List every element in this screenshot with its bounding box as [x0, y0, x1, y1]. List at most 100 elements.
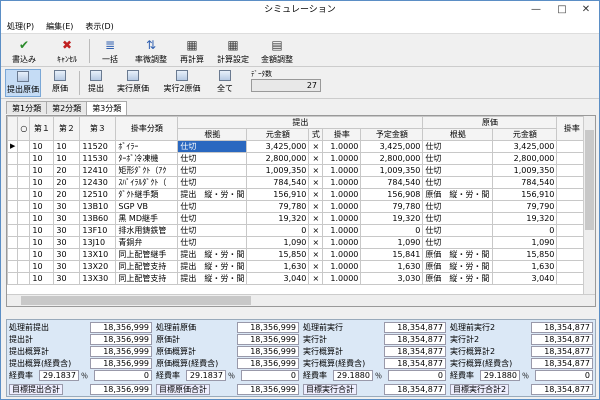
row-select-cell[interactable]: [17, 260, 31, 273]
calc-settings-button[interactable]: ▦ 計算設定: [213, 37, 253, 65]
cost-base-amount-cell[interactable]: 15,850: [492, 248, 558, 261]
category-cell[interactable]: 排水用鋳鉄管: [115, 224, 179, 237]
col1-cell[interactable]: 10: [29, 152, 55, 165]
base-amount-cell[interactable]: 784,540: [246, 176, 310, 189]
category-cell[interactable]: 青銅弁: [115, 236, 179, 249]
row-indicator[interactable]: [7, 152, 19, 165]
target-total-value[interactable]: 18,356,999: [90, 384, 152, 395]
col3-cell[interactable]: 11520: [79, 140, 117, 153]
col3-cell[interactable]: 12430: [79, 176, 117, 189]
tab-class2[interactable]: 第2分類: [46, 101, 88, 114]
cost-basis-cell[interactable]: 原価 縦・労・間: [422, 272, 494, 285]
basis-cell[interactable]: 提出 縦・労・間: [177, 188, 248, 201]
col2-header[interactable]: 第２: [53, 116, 81, 141]
col2-cell[interactable]: 30: [53, 200, 81, 213]
table-row[interactable]: 10 20 12510 ﾀﾞｸﾄ継手類 提出 縦・労・間 156,910 × 1.0000 15…: [7, 188, 588, 201]
base-amount-cell[interactable]: 79,780: [246, 200, 310, 213]
planned-amount-cell[interactable]: 1,009,350: [360, 164, 424, 177]
menu-view[interactable]: 表示(D): [79, 20, 119, 34]
table-row[interactable]: 10 30 13B60 黒 MD継手 仕切 19,320 × 1.0000 19,320 仕切 19…: [7, 212, 588, 225]
row-indicator[interactable]: [7, 164, 19, 177]
basis-cell[interactable]: 仕切: [177, 200, 248, 213]
basis-cell[interactable]: 仕切: [177, 164, 248, 177]
row-select-cell[interactable]: [17, 140, 31, 153]
basis-cell[interactable]: 仕切: [177, 140, 248, 153]
row-select-cell[interactable]: [17, 272, 31, 285]
col1-cell[interactable]: 10: [29, 140, 55, 153]
category-cell[interactable]: ﾎﾞｲﾗｰ: [115, 140, 179, 153]
target-total-value[interactable]: 18,356,999: [237, 384, 299, 395]
category-cell[interactable]: 同上配管支持: [115, 272, 179, 285]
table-row[interactable]: 10 30 13J10 青銅弁 仕切 1,090 × 1.0000 1,090 仕切 1,090: [7, 236, 588, 249]
target-total-value[interactable]: 18,354,877: [531, 384, 593, 395]
formula-header[interactable]: 式: [308, 128, 324, 141]
row-select-cell[interactable]: [17, 176, 31, 189]
basis-header[interactable]: 根拠: [177, 128, 248, 141]
rate-cell[interactable]: 1.0000: [322, 236, 362, 249]
category-cell[interactable]: ﾀﾞｸﾄ継手類: [115, 188, 179, 201]
minimize-button[interactable]: —: [523, 1, 549, 20]
select-header[interactable]: ○: [17, 116, 31, 141]
cost-base-amount-cell[interactable]: 2,800,000: [492, 152, 558, 165]
target-total-value[interactable]: 18,354,877: [384, 384, 446, 395]
cost-base-amount-cell[interactable]: 3,040: [492, 272, 558, 285]
scroll-thumb[interactable]: [585, 130, 594, 230]
row-select-cell[interactable]: [17, 212, 31, 225]
formula-cell[interactable]: ×: [308, 260, 324, 273]
category-cell[interactable]: 黒 MD継手: [115, 212, 179, 225]
rate-cell[interactable]: 1.0000: [322, 212, 362, 225]
table-row[interactable]: 10 10 11530 ﾀｰﾎﾞ冷凍機 仕切 2,800,000 × 1.0000 2,800,…: [7, 152, 588, 165]
cost-base-amount-cell[interactable]: 19,320: [492, 212, 558, 225]
menu-process[interactable]: 処理(P): [1, 20, 40, 34]
basis-cell[interactable]: 提出 縦・労・間: [177, 248, 248, 261]
col1-cell[interactable]: 10: [29, 248, 55, 261]
formula-cell[interactable]: ×: [308, 188, 324, 201]
formula-cell[interactable]: ×: [308, 200, 324, 213]
cost-basis-header[interactable]: 根拠: [422, 128, 494, 141]
rate-cell[interactable]: 1.0000: [322, 260, 362, 273]
cost-button[interactable]: 原価: [45, 69, 75, 97]
table-row[interactable]: 10 30 13X30 同上配管支持 提出 縦・労・間 3,040 × 1.0000 3,030…: [7, 272, 588, 285]
planned-amount-cell[interactable]: 3,030: [360, 272, 424, 285]
col3-cell[interactable]: 13F10: [79, 224, 117, 237]
rate-cell[interactable]: 1.0000: [322, 272, 362, 285]
row-indicator[interactable]: [7, 200, 19, 213]
col1-cell[interactable]: 10: [29, 260, 55, 273]
rate-header[interactable]: 掛率: [322, 128, 362, 141]
planned-amount-cell[interactable]: 0: [360, 224, 424, 237]
tab-class1[interactable]: 第1分類: [6, 101, 48, 114]
row-indicator[interactable]: [7, 260, 19, 273]
col3-cell[interactable]: 12410: [79, 164, 117, 177]
cost-base-amount-cell[interactable]: 3,425,000: [492, 140, 558, 153]
base-amount-cell[interactable]: 156,910: [246, 188, 310, 201]
planned-amount-cell[interactable]: 79,780: [360, 200, 424, 213]
col1-cell[interactable]: 10: [29, 188, 55, 201]
row-indicator[interactable]: [7, 248, 19, 261]
table-row[interactable]: 10 30 13X10 同上配管継手 提出 縦・労・間 15,850 × 1.0000 15,8…: [7, 248, 588, 261]
cost-base-amount-cell[interactable]: 1,630: [492, 260, 558, 273]
col3-cell[interactable]: 11530: [79, 152, 117, 165]
expense-rate-input[interactable]: 29.1837: [186, 370, 226, 381]
formula-cell[interactable]: ×: [308, 140, 324, 153]
cancel-button[interactable]: ✖ ｷｬﾝｾﾙ: [49, 37, 85, 65]
col2-cell[interactable]: 30: [53, 260, 81, 273]
row-select-cell[interactable]: [17, 164, 31, 177]
exec-cost-button[interactable]: 実行原価: [111, 69, 155, 97]
base-amount-cell[interactable]: 0: [246, 224, 310, 237]
col2-cell[interactable]: 10: [53, 140, 81, 153]
save-button[interactable]: ✔ 書込み: [6, 37, 42, 65]
rate-cell[interactable]: 1.0000: [322, 248, 362, 261]
cost-base-amount-cell[interactable]: 784,540: [492, 176, 558, 189]
table-row[interactable]: 10 20 12410 矩形ﾀﾞｸﾄ（ｱｸ 仕切 1,009,350 × 1.0000 1,00…: [7, 164, 588, 177]
col3-cell[interactable]: 13X20: [79, 260, 117, 273]
col1-cell[interactable]: 10: [29, 212, 55, 225]
category-cell[interactable]: 同上配管支持: [115, 260, 179, 273]
col2-cell[interactable]: 20: [53, 164, 81, 177]
planned-amount-cell[interactable]: 1,090: [360, 236, 424, 249]
cost-base-amount-cell[interactable]: 1,090: [492, 236, 558, 249]
col3-cell[interactable]: 13B60: [79, 212, 117, 225]
table-row[interactable]: ▶ 10 10 11520 ﾎﾞｲﾗｰ 仕切 3,425,000 × 1.0000 3,425,0…: [7, 140, 588, 153]
cost-basis-cell[interactable]: 仕切: [422, 212, 494, 225]
col1-cell[interactable]: 10: [29, 272, 55, 285]
row-indicator[interactable]: [7, 212, 19, 225]
